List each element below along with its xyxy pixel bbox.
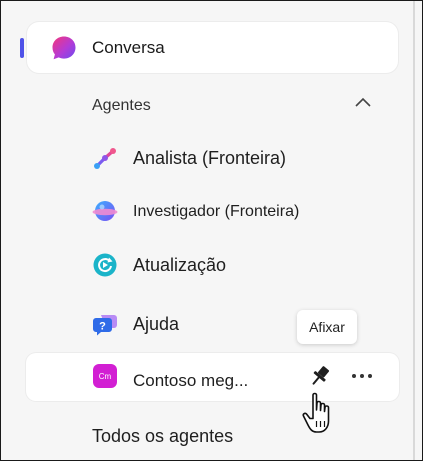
contoso-icon-text: Cm [98, 371, 112, 381]
scrollbar[interactable] [413, 1, 415, 460]
agent-label-atualizacao: Atualização [133, 255, 227, 275]
chevron-up-icon[interactable] [354, 95, 372, 109]
more-options-icon[interactable] [349, 367, 375, 385]
agent-label-analista: Analista (Fronteira) [133, 148, 287, 168]
agent-label-investigador: Investigador (Fronteira) [133, 203, 300, 220]
nav-item-conversa[interactable] [27, 22, 398, 73]
contoso-icon: Cm [93, 364, 117, 388]
agent-item-atualizacao[interactable]: Atualização [92, 250, 342, 280]
hand-cursor-icon [302, 392, 330, 433]
analyst-icon [94, 148, 116, 169]
chat-bubble-icon [52, 36, 76, 60]
nav-label-conversa: Conversa [92, 38, 165, 57]
section-header-agentes: Agentes [92, 97, 151, 114]
update-icon [93, 253, 117, 277]
svg-text:?: ? [99, 321, 106, 333]
agent-item-contoso-content: Cm Contoso meg... [92, 361, 342, 391]
agent-label-contoso: Contoso meg... [133, 371, 249, 390]
agent-label-ajuda: Ajuda [133, 314, 180, 334]
active-indicator [20, 38, 24, 58]
tooltip-text: Afixar [309, 319, 345, 335]
agent-item-analista[interactable]: Analista (Fronteira) [92, 143, 342, 173]
navigation-panel: Conversa Agentes Analista (Fronteira) In… [0, 0, 423, 461]
all-agents-link[interactable]: Todos os agentes [92, 426, 233, 446]
tooltip: Afixar [297, 310, 357, 344]
agent-item-investigador[interactable]: Investigador (Fronteira) [92, 196, 342, 226]
pin-icon[interactable] [307, 363, 333, 389]
help-icon: ? [93, 315, 117, 336]
researcher-icon [92, 201, 118, 221]
